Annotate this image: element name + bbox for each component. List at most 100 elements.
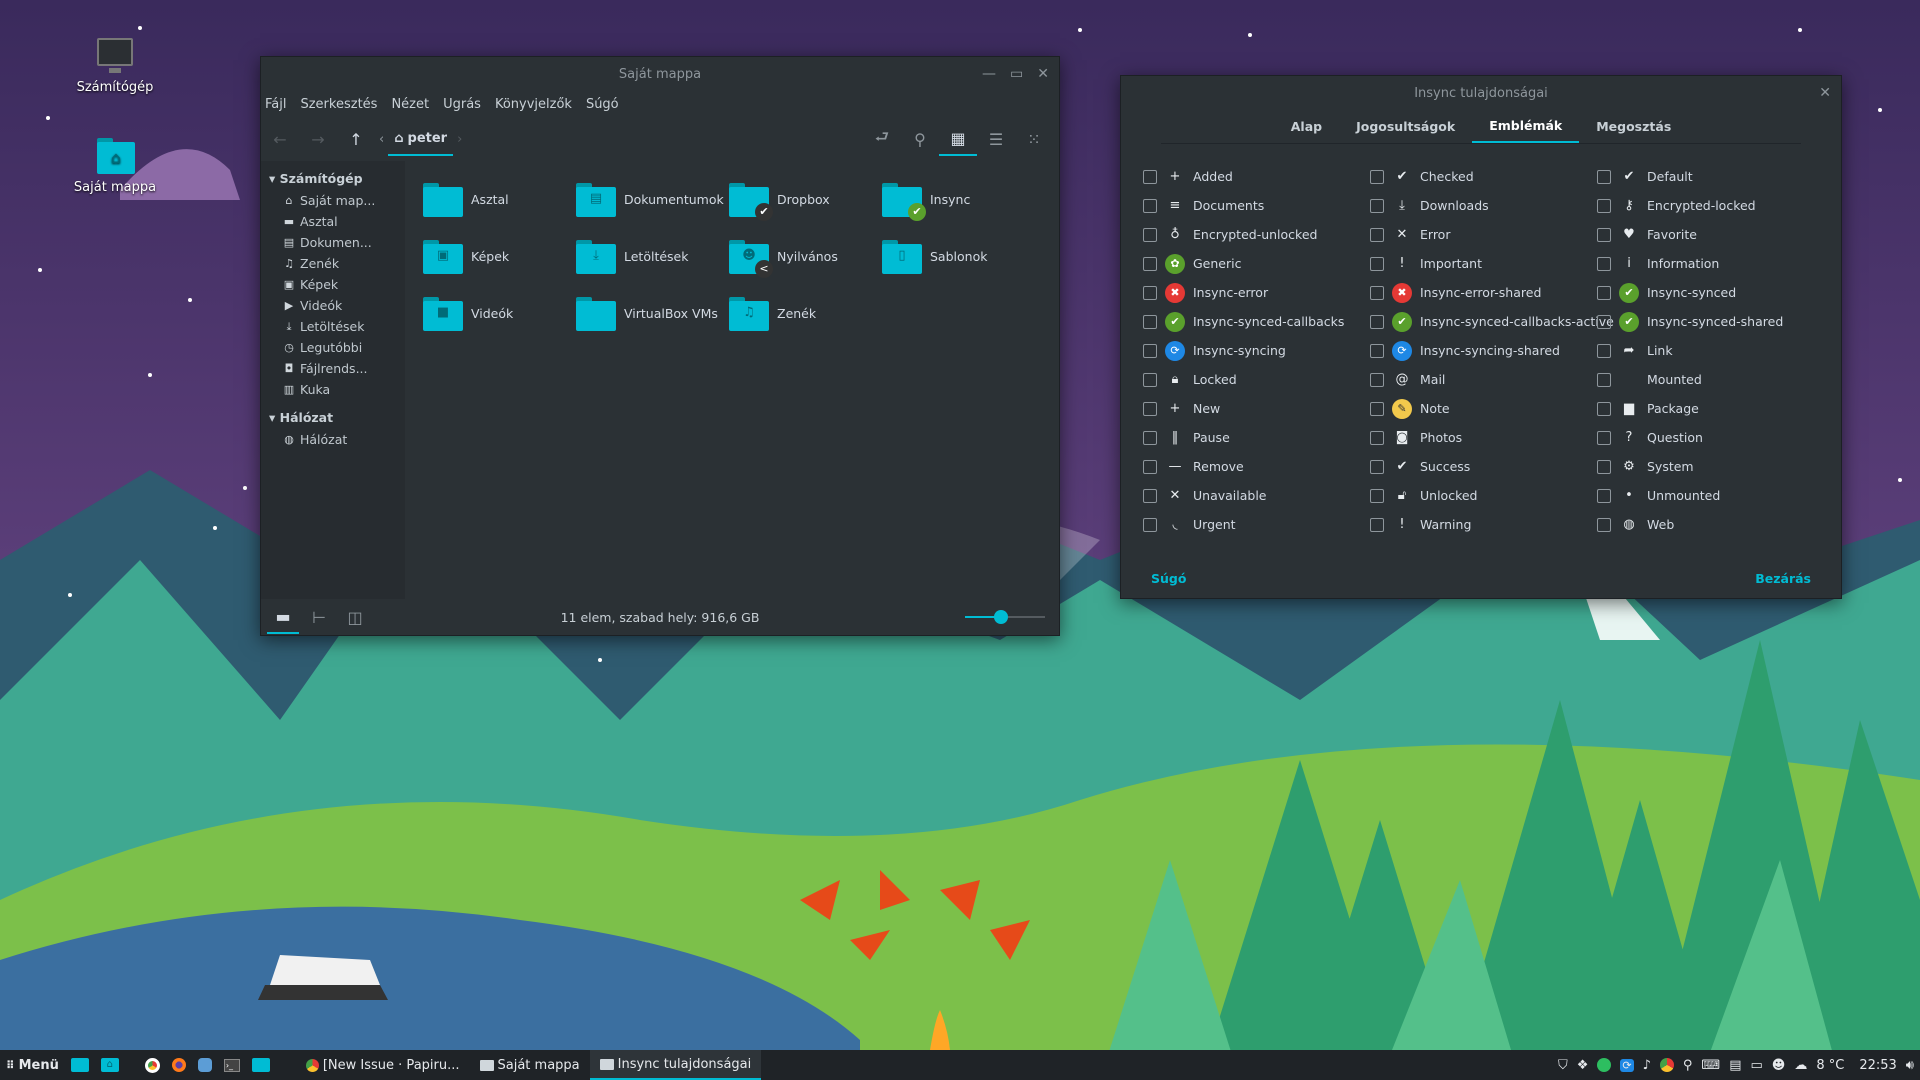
- emblem-option[interactable]: ◍ Web: [1597, 510, 1824, 539]
- emblem-option[interactable]: ✕ Unavailable: [1143, 481, 1370, 510]
- sidebar-item[interactable]: ▣ Képek: [261, 274, 405, 295]
- emblem-option[interactable]: ✔ Insync-synced-callbacks-active: [1370, 307, 1614, 336]
- emblem-option[interactable]: ⚷ Encrypted-locked: [1597, 191, 1824, 220]
- taskbar-window-button[interactable]: Saját mappa: [470, 1050, 590, 1080]
- maximize-icon[interactable]: ▭: [1010, 66, 1023, 82]
- folder-item[interactable]: ▣ Képek: [423, 228, 576, 285]
- emblem-option[interactable]: ✿ Generic: [1143, 249, 1370, 278]
- start-menu-button[interactable]: ⠿ Menü: [0, 1050, 65, 1080]
- launcher-home-folder[interactable]: ⌂: [95, 1050, 125, 1080]
- emblem-checkbox[interactable]: [1370, 401, 1384, 416]
- emblem-checkbox[interactable]: [1370, 169, 1384, 184]
- search-button[interactable]: ⚲: [901, 122, 939, 156]
- clipboard-icon[interactable]: ▤: [1729, 1058, 1741, 1073]
- user-icon[interactable]: ☻: [1772, 1058, 1786, 1073]
- emblem-option[interactable]: ◟ Urgent: [1143, 510, 1370, 539]
- emblem-checkbox[interactable]: [1143, 169, 1157, 184]
- emblem-option[interactable]: ? Question: [1597, 423, 1824, 452]
- emblem-option[interactable]: Mounted: [1597, 365, 1824, 394]
- launcher-chat[interactable]: [192, 1050, 218, 1080]
- tab-basic[interactable]: Alap: [1274, 111, 1339, 142]
- close-button[interactable]: Bezárás: [1755, 571, 1811, 586]
- emblem-option[interactable]: 🔒︎ Locked: [1143, 365, 1370, 394]
- emblem-checkbox[interactable]: [1370, 430, 1384, 445]
- tab-sharing[interactable]: Megosztás: [1579, 111, 1688, 142]
- launcher-files[interactable]: [246, 1050, 276, 1080]
- emblem-checkbox[interactable]: [1370, 285, 1384, 300]
- volume-icon[interactable]: 🔊︎: [1906, 1058, 1914, 1073]
- launcher-firefox[interactable]: [166, 1050, 192, 1080]
- emblem-checkbox[interactable]: [1370, 227, 1384, 242]
- emblem-checkbox[interactable]: [1597, 488, 1611, 503]
- clock[interactable]: 22:53: [1859, 1058, 1896, 1073]
- toggle-location-button[interactable]: ⮐: [863, 122, 901, 156]
- usb-icon[interactable]: ⌨: [1701, 1058, 1720, 1073]
- sidebar-item[interactable]: ⌂ Saját map...: [261, 190, 405, 211]
- folder-item[interactable]: ✔ Dropbox: [729, 171, 882, 228]
- back-button[interactable]: ←: [261, 122, 299, 156]
- help-button[interactable]: Súgó: [1151, 571, 1186, 586]
- tab-emblems[interactable]: Emblémák: [1472, 110, 1580, 143]
- emblem-checkbox[interactable]: [1143, 343, 1157, 358]
- emblem-option[interactable]: ✔ Insync-synced-shared: [1597, 307, 1824, 336]
- folder-item[interactable]: ♫ Zenék: [729, 285, 882, 342]
- chrome-tray-icon[interactable]: [1659, 1058, 1674, 1072]
- breadcrumb-right-icon[interactable]: ›: [453, 132, 466, 147]
- menu-view[interactable]: Nézet: [391, 97, 429, 112]
- emblem-option[interactable]: @ Mail: [1370, 365, 1597, 394]
- emblem-option[interactable]: ✔ Checked: [1370, 162, 1597, 191]
- emblem-option[interactable]: ⤓ Downloads: [1370, 191, 1597, 220]
- folder-item[interactable]: ▤ Dokumentumok: [576, 171, 729, 228]
- zoom-slider-handle[interactable]: [994, 610, 1008, 624]
- launcher-terminal[interactable]: ›_: [218, 1050, 246, 1080]
- menu-edit[interactable]: Szerkesztés: [300, 97, 377, 112]
- emblem-option[interactable]: ! Important: [1370, 249, 1597, 278]
- sidebar-item[interactable]: ▥ Kuka: [261, 379, 405, 400]
- menu-file[interactable]: Fájl: [265, 97, 286, 112]
- emblem-option[interactable]: i Information: [1597, 249, 1824, 278]
- emblem-option[interactable]: — Remove: [1143, 452, 1370, 481]
- menu-help[interactable]: Súgó: [586, 97, 619, 112]
- sidebar-item[interactable]: ◍ Hálózat: [261, 429, 405, 450]
- sidebar-section-network[interactable]: ▾ Hálózat: [261, 406, 405, 429]
- emblem-checkbox[interactable]: [1597, 314, 1611, 329]
- music-icon[interactable]: ♪: [1643, 1058, 1651, 1073]
- emblem-checkbox[interactable]: [1143, 198, 1157, 213]
- emblem-option[interactable]: ✕ Error: [1370, 220, 1597, 249]
- hide-sidebar-button[interactable]: ◫: [339, 600, 371, 634]
- emblem-option[interactable]: ≡ Documents: [1143, 191, 1370, 220]
- sidebar-item[interactable]: ◷ Legutóbbi: [261, 337, 405, 358]
- compact-view-button[interactable]: ⁙: [1015, 122, 1053, 156]
- emblem-option[interactable]: ▆ Package: [1597, 394, 1824, 423]
- emblem-option[interactable]: 🔓︎ Unlocked: [1370, 481, 1597, 510]
- forward-button[interactable]: →: [299, 122, 337, 156]
- emblem-checkbox[interactable]: [1597, 256, 1611, 271]
- emblem-checkbox[interactable]: [1370, 314, 1384, 329]
- shield-icon[interactable]: ⛉: [1558, 1058, 1568, 1073]
- folder-item[interactable]: ✔ Insync: [882, 171, 1035, 228]
- emblem-option[interactable]: ♁ Encrypted-unlocked: [1143, 220, 1370, 249]
- taskbar-window-button[interactable]: Insync tulajdonságai: [589, 1050, 762, 1080]
- emblem-checkbox[interactable]: [1143, 430, 1157, 445]
- sidebar-item[interactable]: ▶ Videók: [261, 295, 405, 316]
- location-icon[interactable]: ⚲: [1683, 1058, 1693, 1073]
- emblem-option[interactable]: ! Warning: [1370, 510, 1597, 539]
- emblem-checkbox[interactable]: [1370, 517, 1384, 532]
- close-icon[interactable]: ✕: [1037, 66, 1049, 82]
- folder-item[interactable]: Asztal: [423, 171, 576, 228]
- minimize-icon[interactable]: —: [982, 66, 996, 82]
- folder-item[interactable]: VirtualBox VMs: [576, 285, 729, 342]
- emblem-option[interactable]: ⟳ Insync-syncing-shared: [1370, 336, 1597, 365]
- emblem-checkbox[interactable]: [1370, 488, 1384, 503]
- emblem-checkbox[interactable]: [1143, 256, 1157, 271]
- folder-item[interactable]: ☻ < Nyilvános: [729, 228, 882, 285]
- temperature-text[interactable]: 8 °C: [1816, 1058, 1844, 1073]
- emblem-checkbox[interactable]: [1143, 372, 1157, 387]
- display-icon[interactable]: ▭: [1750, 1058, 1762, 1073]
- dialog-titlebar[interactable]: Insync tulajdonságai ✕: [1121, 76, 1841, 110]
- emblem-option[interactable]: ✖ Insync-error-shared: [1370, 278, 1597, 307]
- emblem-option[interactable]: ⚙ System: [1597, 452, 1824, 481]
- emblem-checkbox[interactable]: [1370, 198, 1384, 213]
- folder-item[interactable]: ▯ Sablonok: [882, 228, 1035, 285]
- emblem-checkbox[interactable]: [1143, 488, 1157, 503]
